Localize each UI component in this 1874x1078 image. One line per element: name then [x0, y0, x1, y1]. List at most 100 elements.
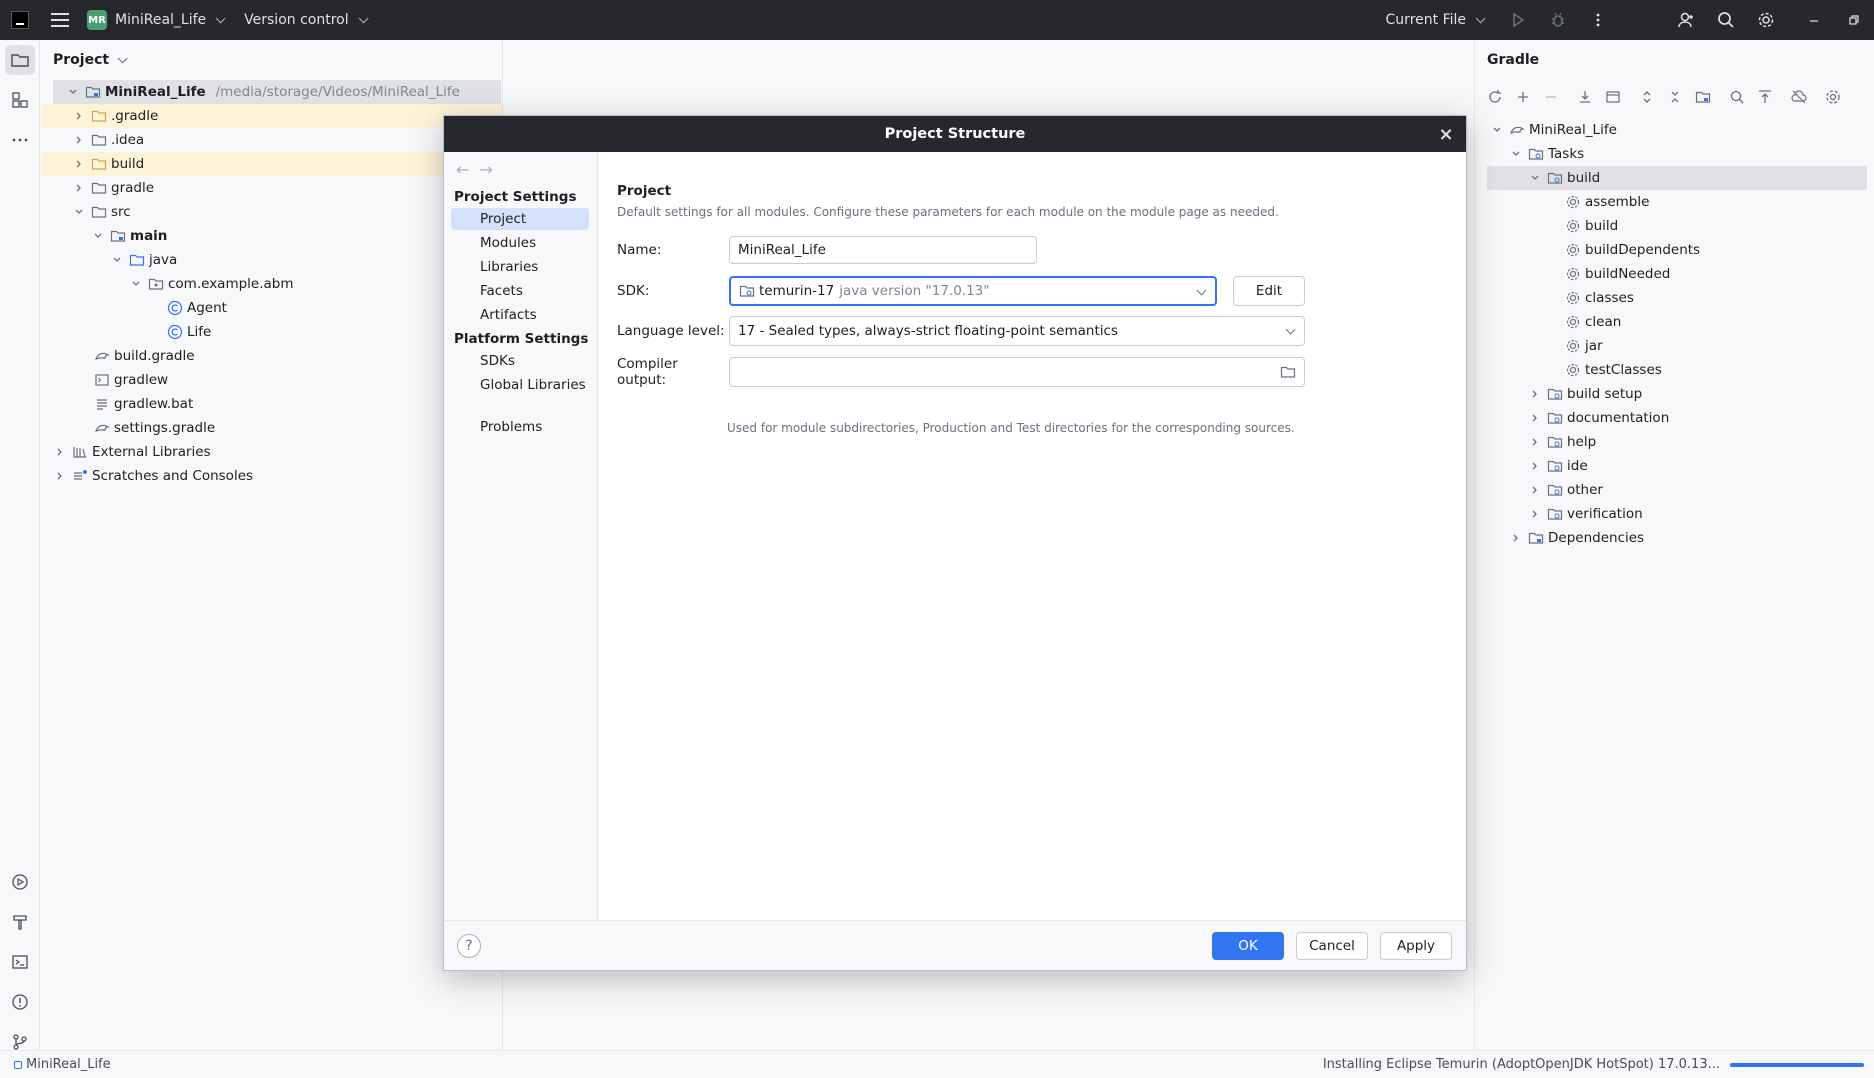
background-task-progress[interactable]	[1730, 1062, 1864, 1067]
close-icon[interactable]: ×	[1436, 124, 1456, 145]
restore-icon[interactable]	[1834, 0, 1874, 40]
tree-item-settings-gradle[interactable]: settings.gradle	[41, 416, 502, 440]
project-selector[interactable]: MiniReal_Life	[115, 12, 226, 28]
run-task-icon[interactable]	[1601, 85, 1625, 109]
minimize-icon[interactable]	[1794, 0, 1834, 40]
gradle-task-build[interactable]: build	[1475, 214, 1874, 238]
gradle-group-build-setup[interactable]: build setup	[1475, 382, 1874, 406]
gradle-task-test-classes[interactable]: testClasses	[1475, 358, 1874, 382]
gradle-task-build-dependents[interactable]: buildDependents	[1475, 238, 1874, 262]
sidebar-item-problems[interactable]: Problems	[451, 416, 589, 438]
reload-icon[interactable]	[1483, 85, 1507, 109]
main-menu-icon[interactable]	[51, 13, 69, 27]
forward-arrow-icon[interactable]: →	[479, 160, 492, 179]
gradle-group-ide[interactable]: ide	[1475, 454, 1874, 478]
sidebar-item-project[interactable]: Project	[451, 208, 589, 230]
cancel-button[interactable]: Cancel	[1296, 932, 1368, 960]
more-actions-icon[interactable]	[1578, 0, 1618, 40]
more-tools-button[interactable]	[0, 120, 40, 160]
gradle-task-classes[interactable]: classes	[1475, 286, 1874, 310]
sidebar-item-global-libraries[interactable]: Global Libraries	[451, 374, 589, 396]
tree-label: .gradle	[111, 108, 159, 124]
group-modules-icon[interactable]	[1691, 85, 1715, 109]
expand-all-icon[interactable]	[1635, 85, 1659, 109]
build-tool-button[interactable]	[0, 902, 40, 942]
sidebar-item-artifacts[interactable]: Artifacts	[451, 304, 589, 326]
structure-tool-button[interactable]	[0, 80, 40, 120]
tree-item-build-gradle[interactable]: build.gradle	[41, 344, 502, 368]
tree-item-main[interactable]: main	[41, 224, 502, 248]
services-tool-button[interactable]	[0, 862, 40, 902]
search-icon[interactable]	[1706, 0, 1746, 40]
edit-sdk-button[interactable]: Edit	[1233, 276, 1305, 306]
sdk-combobox[interactable]: temurin-17 java version "17.0.13"	[729, 276, 1217, 306]
project-tool-button[interactable]	[5, 45, 35, 75]
terminal-tool-button[interactable]	[0, 942, 40, 982]
sidebar-item-facets[interactable]: Facets	[451, 280, 589, 302]
add-user-icon[interactable]	[1666, 0, 1706, 40]
tree-item-gradle-dir[interactable]: .gradle	[41, 104, 502, 128]
tree-item-life[interactable]: Life	[41, 320, 502, 344]
tree-item-gradle[interactable]: gradle	[41, 176, 502, 200]
group-project-settings: Project Settings	[454, 189, 577, 205]
ok-button[interactable]: OK	[1212, 932, 1284, 960]
browse-folder-icon[interactable]	[1280, 364, 1296, 384]
plus-icon[interactable]	[1511, 85, 1535, 109]
help-button[interactable]: ?	[457, 934, 481, 958]
chevron-right-icon	[1508, 530, 1524, 546]
tree-item-agent[interactable]: Agent	[41, 296, 502, 320]
gradle-task-clean[interactable]: clean	[1475, 310, 1874, 334]
gradle-group-help[interactable]: help	[1475, 430, 1874, 454]
intellij-logo-icon[interactable]	[11, 11, 29, 29]
tree-item-package[interactable]: com.example.abm	[41, 272, 502, 296]
tree-item-gradlew[interactable]: gradlew	[41, 368, 502, 392]
gradle-task-jar[interactable]: jar	[1475, 334, 1874, 358]
more-horizontal-icon	[12, 138, 28, 142]
chevron-down-icon	[90, 228, 106, 244]
tree-item-build[interactable]: build	[41, 152, 502, 176]
tree-item-src[interactable]: src	[41, 200, 502, 224]
offline-mode-icon[interactable]	[1787, 85, 1811, 109]
back-arrow-icon[interactable]: ←	[456, 160, 469, 179]
apply-button[interactable]: Apply	[1380, 932, 1452, 960]
gradle-item-dependencies[interactable]: Dependencies	[1475, 526, 1874, 550]
run-config-selector[interactable]: Current File	[1386, 12, 1486, 28]
gradle-task-build-needed[interactable]: buildNeeded	[1475, 262, 1874, 286]
sidebar-item-libraries[interactable]: Libraries	[451, 256, 589, 278]
name-label: Name:	[617, 242, 662, 258]
gear-icon[interactable]	[1746, 0, 1786, 40]
tree-item-java[interactable]: java	[41, 248, 502, 272]
sidebar-item-sdks[interactable]: SDKs	[451, 350, 589, 372]
gradle-group-other[interactable]: other	[1475, 478, 1874, 502]
compiler-output-field[interactable]	[729, 357, 1305, 387]
tree-item-gradlew-bat[interactable]: gradlew.bat	[41, 392, 502, 416]
gradle-task-assemble[interactable]: assemble	[1475, 190, 1874, 214]
status-project[interactable]: MiniReal_Life	[14, 1057, 111, 1072]
language-level-combobox[interactable]: 17 - Sealed types, always-strict floatin…	[729, 316, 1305, 346]
align-top-icon[interactable]	[1753, 85, 1777, 109]
tree-item-idea[interactable]: .idea	[41, 128, 502, 152]
gradle-item-tasks[interactable]: Tasks	[1475, 142, 1874, 166]
sdk-label: SDK:	[617, 283, 650, 299]
tree-item-root[interactable]: MiniReal_Life /media/storage/Videos/Mini…	[53, 80, 501, 104]
sidebar-item-modules[interactable]: Modules	[451, 232, 589, 254]
download-icon[interactable]	[1573, 85, 1597, 109]
gradle-group-verification[interactable]: verification	[1475, 502, 1874, 526]
debug-icon[interactable]	[1538, 0, 1578, 40]
problems-tool-button[interactable]	[0, 982, 40, 1022]
find-icon[interactable]	[1725, 85, 1749, 109]
tree-path: /media/storage/Videos/MiniReal_Life	[215, 84, 460, 100]
gradle-group-documentation[interactable]: documentation	[1475, 406, 1874, 430]
gradle-settings-icon[interactable]	[1821, 85, 1845, 109]
gradle-item-build-group[interactable]: build	[1487, 166, 1867, 190]
background-task-text[interactable]: Installing Eclipse Temurin (AdoptOpenJDK…	[1323, 1057, 1720, 1072]
name-field[interactable]: MiniReal_Life	[729, 236, 1037, 264]
tree-item-scratches[interactable]: Scratches and Consoles	[41, 464, 502, 488]
collapse-all-icon[interactable]	[1663, 85, 1687, 109]
gradle-item-project[interactable]: MiniReal_Life	[1475, 118, 1874, 142]
project-panel-header[interactable]: Project	[41, 40, 502, 80]
tree-item-external-libraries[interactable]: External Libraries	[41, 440, 502, 464]
version-control-menu[interactable]: Version control	[244, 12, 369, 28]
run-icon[interactable]	[1498, 0, 1538, 40]
minus-icon[interactable]	[1539, 85, 1563, 109]
